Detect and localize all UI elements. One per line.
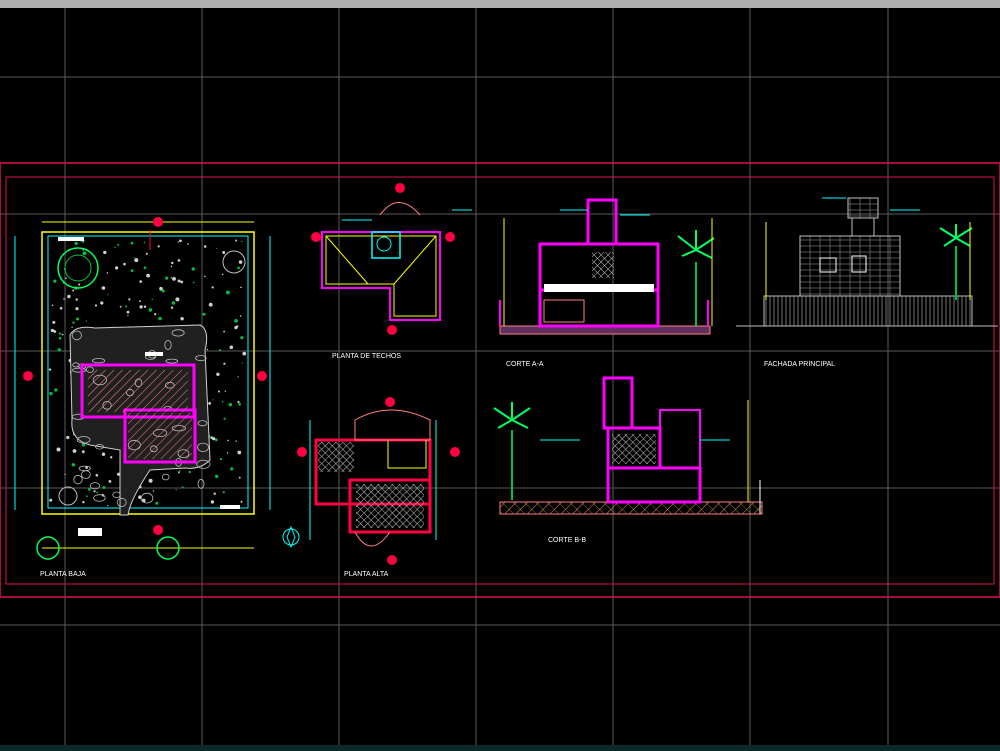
- floor-tile-hatch-front: [88, 370, 188, 412]
- floor-tile-hatch: [128, 413, 192, 459]
- section-marker-a: [311, 232, 321, 242]
- facade-fence: [763, 295, 973, 327]
- section-marker-a: [23, 371, 33, 381]
- facade-brick-wall: [799, 235, 901, 297]
- top-ruler: [0, 0, 1000, 8]
- ground-line: [499, 501, 763, 515]
- view-label-planta-techos: PLANTA DE TECHOS: [332, 353, 401, 360]
- section-marker-b: [387, 325, 397, 335]
- view-label-corte-aa: CORTE A-A: [506, 361, 544, 368]
- view-label-fachada-principal: FACHADA PRINCIPAL: [764, 361, 835, 368]
- bottom-ruler: [0, 745, 1000, 751]
- view-label-planta-baja: PLANTA BAJA: [40, 571, 86, 578]
- section-marker-a: [445, 232, 455, 242]
- floor-tile-hatch: [318, 442, 354, 472]
- view-label-corte-bb: CORTE B-B: [548, 537, 586, 544]
- view-label-planta-alta: PLANTA ALTA: [344, 571, 389, 578]
- section-marker-b: [395, 183, 405, 193]
- section-marker-b: [153, 525, 163, 535]
- section-marker-b: [153, 217, 163, 227]
- section-marker-b: [387, 555, 397, 565]
- section-marker-b: [385, 397, 395, 407]
- section-marker-a: [297, 447, 307, 457]
- cad-drawing-canvas[interactable]: PLANTA BAJA PLANTA DE TECHOS PLANTA ALTA: [0, 0, 1000, 751]
- section-marker-a: [450, 447, 460, 457]
- section-marker-a: [257, 371, 267, 381]
